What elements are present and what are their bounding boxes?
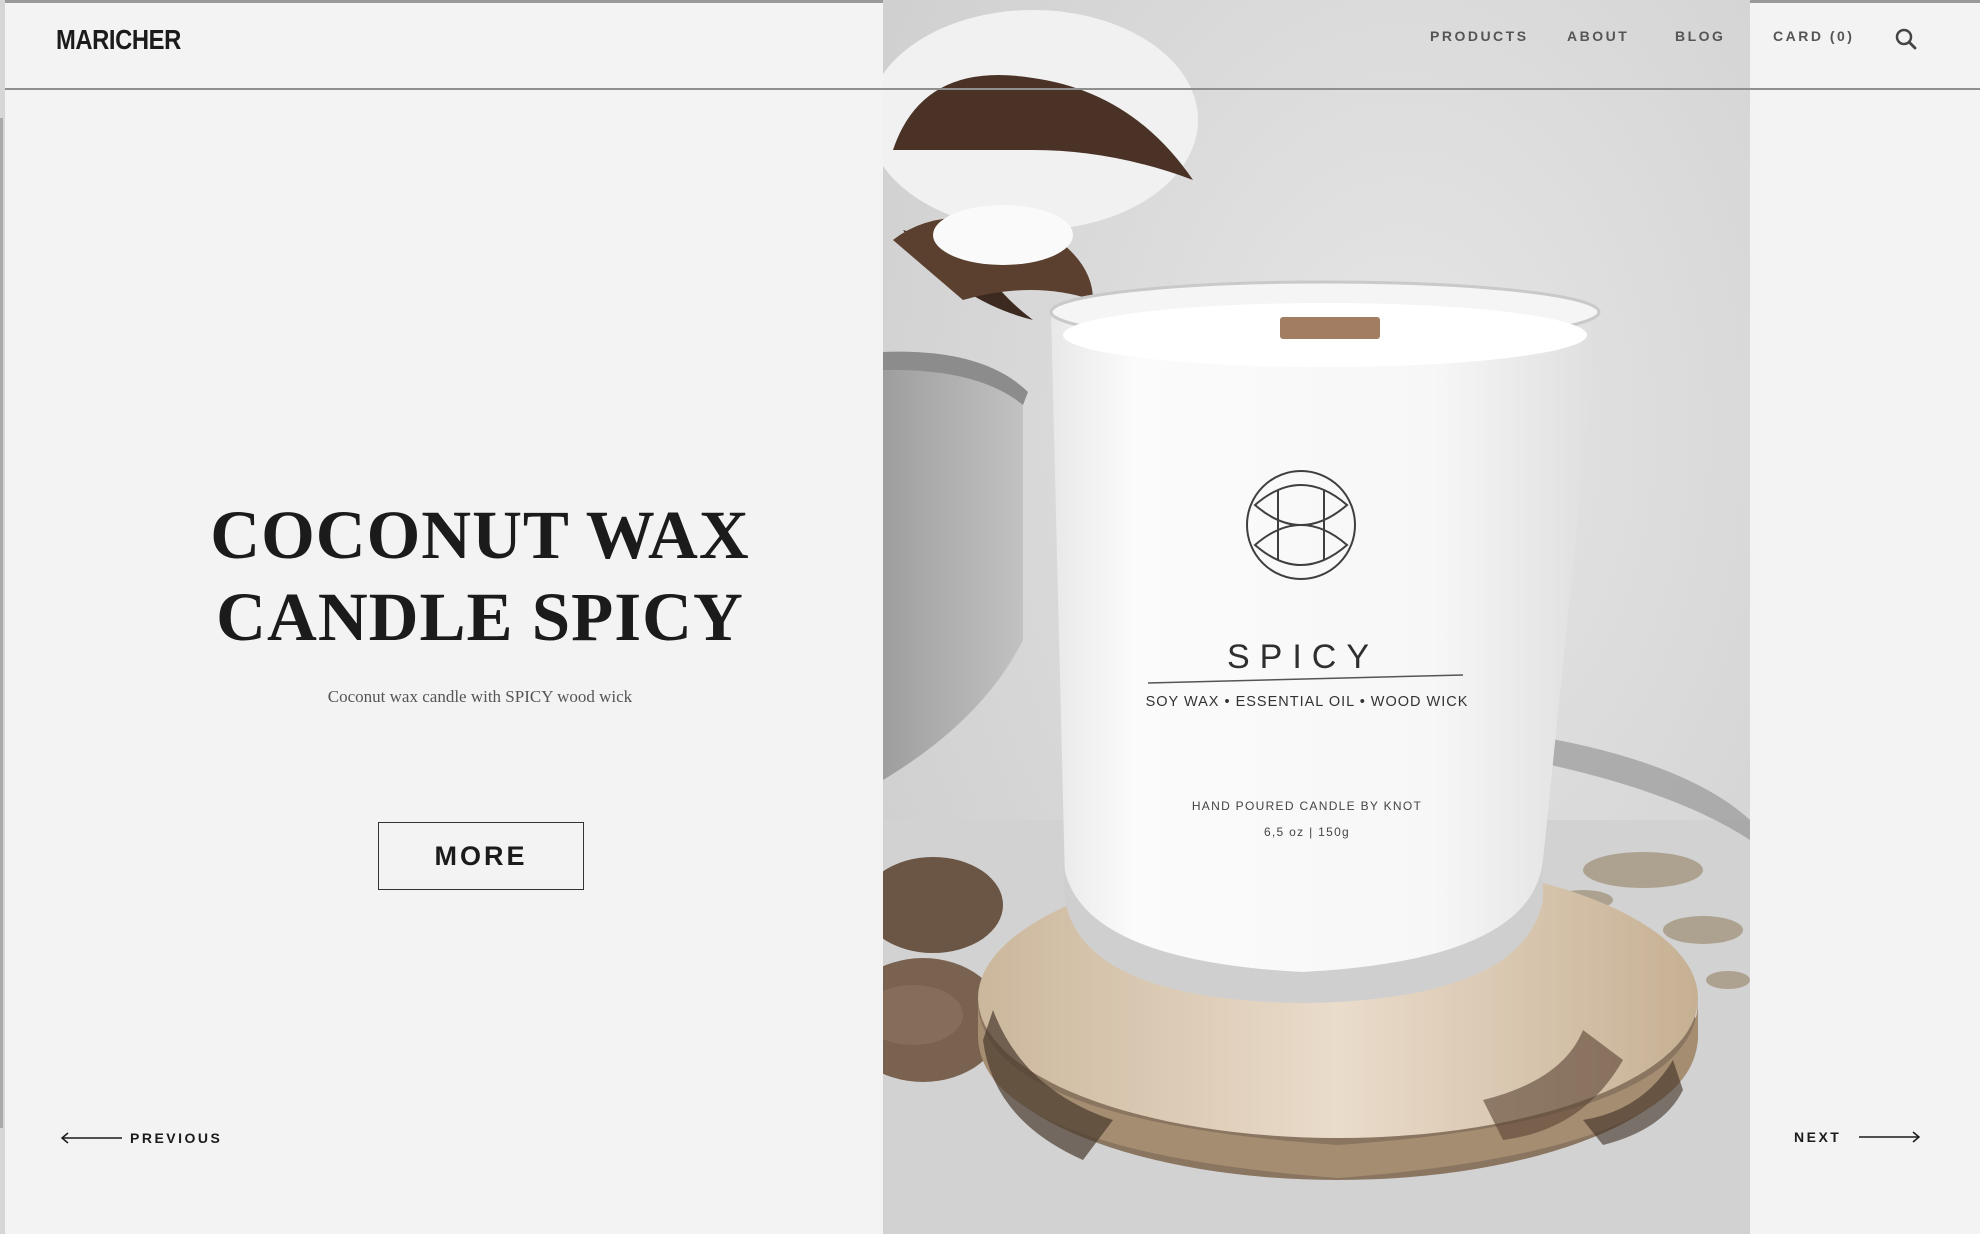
next-button[interactable]: NEXT — [1794, 1129, 1921, 1145]
previous-button[interactable]: PREVIOUS — [60, 1130, 222, 1146]
candle-label-name: SPICY — [1227, 638, 1379, 676]
arrow-left-icon — [60, 1132, 122, 1144]
site-logo[interactable]: MARICHER — [56, 24, 181, 56]
product-title-line-2: CANDLE SPICY — [216, 579, 744, 655]
nav-cart[interactable]: CARD (0) — [1773, 28, 1854, 44]
previous-label: PREVIOUS — [130, 1130, 223, 1146]
nav-blog[interactable]: BLOG — [1675, 28, 1725, 44]
candle-label-maker: HAND POURED CANDLE BY KNOT — [1192, 799, 1422, 813]
product-image: SPICY SOY WAX • ESSENTIAL OIL • WOOD WIC… — [883, 0, 1750, 1234]
product-title: COCONUT WAX CANDLE SPICY — [180, 494, 780, 658]
product-subtitle: Coconut wax candle with SPICY wood wick — [327, 687, 633, 706]
header-divider — [5, 88, 1980, 90]
nav-about[interactable]: ABOUT — [1567, 28, 1629, 44]
window-left-shadow — [0, 118, 3, 1128]
nav-products[interactable]: PRODUCTS — [1430, 28, 1529, 44]
candle-label-ingredients: SOY WAX • ESSENTIAL OIL • WOOD WICK — [1146, 694, 1469, 710]
more-button[interactable]: MORE — [378, 822, 584, 890]
search-icon[interactable] — [1893, 26, 1919, 52]
candle-label-weight: 6,5 oz | 150g — [1264, 825, 1350, 839]
product-title-line-1: COCONUT WAX — [210, 497, 750, 573]
next-label: NEXT — [1794, 1129, 1842, 1145]
arrow-right-icon — [1859, 1131, 1921, 1143]
